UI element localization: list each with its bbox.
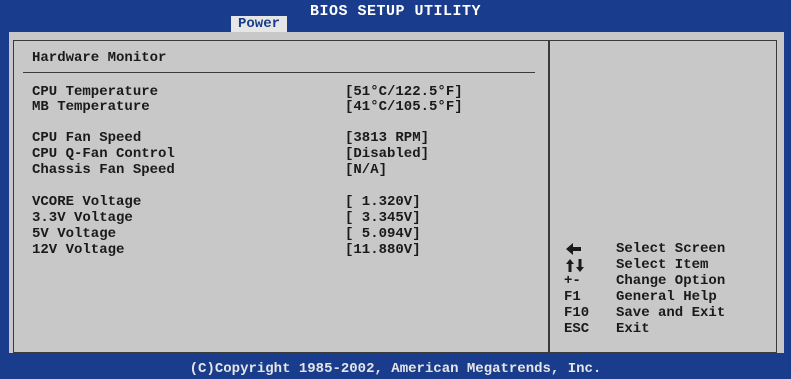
row-3-3v-voltage[interactable]: 3.3V Voltage [ 3.345V] [32,210,532,226]
row-chassis-fan-speed[interactable]: Chassis Fan Speed [N/A] [32,162,532,178]
row-cpu-q-fan-control[interactable]: CPU Q-Fan Control [Disabled] [32,146,532,162]
copyright-footer: (C)Copyright 1985-2002, American Megatre… [0,360,791,379]
help-select-item: Select Item [564,257,774,273]
panel-divider [548,40,550,353]
left-arrow-icon [566,243,581,255]
row-label: CPU Fan Speed [32,130,142,146]
row-label: MB Temperature [32,99,150,115]
row-value: [3813 RPM] [345,130,430,146]
section-title: Hardware Monitor [32,50,167,66]
row-label: 5V Voltage [32,226,117,242]
title-bar: BIOS SETUP UTILITY Power [0,0,791,32]
row-value: [ 1.320V] [345,194,421,210]
row-value: [11.880V] [345,242,421,258]
row-value: [ 3.345V] [345,210,421,226]
help-general-help: F1 General Help [564,289,774,305]
row-label: VCORE Voltage [32,194,142,210]
row-label: CPU Temperature [32,84,159,100]
row-label: Chassis Fan Speed [32,162,175,178]
help-key: F1 [564,289,581,305]
row-value: [N/A] [345,162,388,178]
row-label: CPU Q-Fan Control [32,146,175,162]
help-change-option: +- Change Option [564,273,774,289]
row-cpu-fan-speed[interactable]: CPU Fan Speed [3813 RPM] [32,130,532,146]
row-mb-temperature[interactable]: MB Temperature [41°C/105.5°F] [32,99,532,115]
bios-screen: BIOS SETUP UTILITY Power Hardware Monito… [0,0,791,379]
help-desc: Select Screen [616,241,726,257]
row-label: 12V Voltage [32,242,125,258]
tab-power[interactable]: Power [231,16,287,32]
row-value: [41°C/105.5°F] [345,99,463,115]
row-vcore-voltage[interactable]: VCORE Voltage [ 1.320V] [32,194,532,210]
row-12v-voltage[interactable]: 12V Voltage [11.880V] [32,242,532,258]
row-value: [51°C/122.5°F] [345,84,463,100]
help-desc: Select Item [616,257,709,273]
section-divider [23,72,535,73]
help-save-exit: F10 Save and Exit [564,305,774,321]
help-key: ESC [564,321,590,337]
row-value: [Disabled] [345,146,430,162]
help-key: F10 [564,305,590,321]
help-desc: Save and Exit [616,305,726,321]
row-value: [ 5.094V] [345,226,421,242]
app-title: BIOS SETUP UTILITY [309,3,482,20]
help-exit: ESC Exit [564,321,774,337]
help-desc: Exit [616,321,650,337]
row-5v-voltage[interactable]: 5V Voltage [ 5.094V] [32,226,532,242]
help-key: +- [564,273,581,289]
up-down-arrows-icon [566,259,584,272]
help-desc: Change Option [616,273,726,289]
help-desc: General Help [616,289,717,305]
help-select-screen: Select Screen [564,241,774,257]
row-cpu-temperature[interactable]: CPU Temperature [51°C/122.5°F] [32,84,532,100]
row-label: 3.3V Voltage [32,210,133,226]
